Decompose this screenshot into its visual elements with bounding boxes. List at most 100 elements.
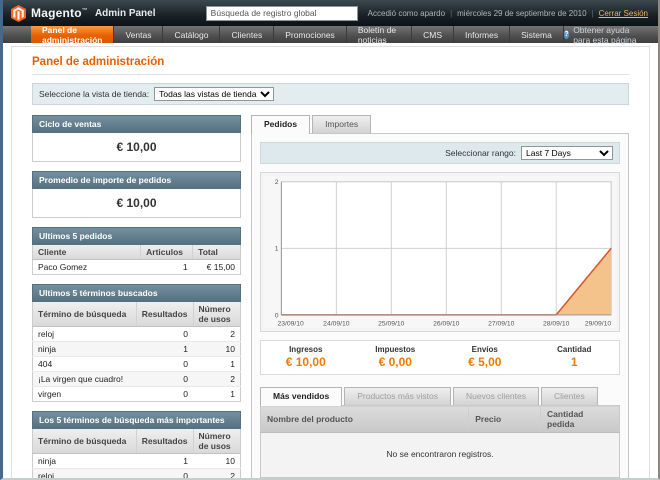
- bestsellers-grid: Nombre del producto Precio Cantidad pedi…: [260, 405, 620, 478]
- tab-amounts[interactable]: Importes: [312, 115, 371, 133]
- results-count: 0: [136, 327, 193, 342]
- last-search-terms-widget: Ultimos 5 términos buscados Término de b…: [32, 284, 241, 402]
- column-header: Número de usos: [193, 302, 240, 327]
- magento-logo-icon: [11, 5, 26, 22]
- app-header: Magento™ Admin Panel Accedió como apardo…: [3, 0, 658, 26]
- search-term-row[interactable]: ninja 1 10: [33, 342, 241, 357]
- tab-bestsellers[interactable]: Más vendidos: [260, 387, 342, 406]
- magento-logo: Magento™ Admin Panel: [11, 5, 156, 22]
- nav-item-reports[interactable]: Informes: [454, 26, 510, 43]
- items-count: 1: [141, 260, 193, 275]
- svg-text:0: 0: [275, 312, 279, 319]
- column-header: Nombre del producto: [261, 406, 469, 433]
- column-header: Total: [193, 245, 241, 260]
- svg-text:23/09/10: 23/09/10: [278, 320, 305, 327]
- search-term-row[interactable]: reloj 0 2: [33, 469, 241, 480]
- column-header: Número de usos: [193, 429, 240, 454]
- search-term-row[interactable]: 404 0 1: [33, 357, 241, 372]
- store-view-select[interactable]: Todas las vistas de tienda: [154, 87, 274, 101]
- tab-customers[interactable]: Clientes: [541, 387, 598, 405]
- total-value: € 5,00: [440, 355, 530, 369]
- page-title: Panel de administración: [32, 53, 629, 75]
- help-icon: ?: [564, 30, 569, 39]
- global-search-input[interactable]: [206, 6, 358, 21]
- svg-text:26/09/10: 26/09/10: [433, 320, 460, 327]
- range-select[interactable]: Last 7 Days: [521, 146, 613, 160]
- search-term-row[interactable]: virgen 0 1: [33, 387, 241, 402]
- column-header: Articulos: [141, 245, 193, 260]
- total-value: € 0,00: [351, 355, 441, 369]
- separator: |: [592, 9, 594, 18]
- nav-item-catalog[interactable]: Catálogo: [163, 26, 220, 43]
- search-term: ¡La virgen que cuadro!: [33, 372, 137, 387]
- nav-item-system[interactable]: Sistema: [510, 26, 564, 43]
- range-selector-bar: Seleccionar rango: Last 7 Days: [260, 142, 620, 164]
- column-header: Cantidad pedida: [541, 406, 620, 433]
- widget-title: Ultimos 5 términos buscados: [32, 284, 241, 302]
- uses-count: 2: [193, 372, 240, 387]
- svg-text:2: 2: [275, 179, 279, 186]
- svg-text:1: 1: [275, 246, 279, 253]
- session-info: Accedió como apardo | miércoles 29 de se…: [368, 9, 648, 18]
- get-help-link[interactable]: ? Obtener ayuda para esta página: [564, 26, 658, 43]
- widget-title: Ultimos 5 pedidos: [32, 227, 241, 245]
- total-shipping: Envíos € 5,00: [440, 345, 530, 369]
- separator: |: [450, 9, 452, 18]
- search-term: virgen: [33, 387, 137, 402]
- search-term: reloj: [33, 327, 137, 342]
- results-count: 1: [136, 342, 193, 357]
- nav-item-cms[interactable]: CMS: [412, 26, 454, 43]
- logo-wordmark: Magento™: [31, 6, 88, 20]
- column-header: Término de búsqueda: [33, 429, 137, 454]
- app-title: Admin Panel: [95, 8, 156, 19]
- column-header: Resultados: [136, 302, 193, 327]
- results-count: 0: [136, 372, 193, 387]
- uses-count: 1: [193, 357, 240, 372]
- range-label: Seleccionar rango:: [445, 148, 516, 158]
- search-term: reloj: [33, 469, 137, 480]
- column-header: Cliente: [33, 245, 141, 260]
- widget-title: Los 5 términos de búsqueda más important…: [32, 411, 241, 429]
- tab-most-viewed[interactable]: Productos más vistos: [344, 387, 451, 405]
- total-label: Cantidad: [530, 345, 620, 354]
- logout-link[interactable]: Cerrar Sesión: [599, 9, 648, 18]
- svg-text:28/09/10: 28/09/10: [543, 320, 570, 327]
- total-label: Ingresos: [261, 345, 351, 354]
- store-view-label: Seleccione la vista de tienda:: [39, 89, 149, 99]
- diagram-tabs: Pedidos Importes: [251, 115, 629, 133]
- total-label: Envíos: [440, 345, 530, 354]
- search-term-row[interactable]: ¡La virgen que cuadro! 0 2: [33, 372, 241, 387]
- nav-item-newsletter[interactable]: Boletín de noticias: [347, 26, 412, 43]
- svg-text:24/09/10: 24/09/10: [323, 320, 350, 327]
- svg-text:27/09/10: 27/09/10: [488, 320, 515, 327]
- column-header: Precio: [469, 406, 541, 433]
- search-term-row[interactable]: ninja 1 10: [33, 454, 241, 469]
- total-revenue: Ingresos € 10,00: [261, 345, 351, 369]
- nav-item-promotions[interactable]: Promociones: [274, 26, 347, 43]
- customer-name: Paco Gomez: [33, 260, 141, 275]
- total-value: 1: [530, 355, 620, 369]
- nav-item-dashboard[interactable]: Panel de administración: [31, 26, 114, 43]
- tab-new-customers[interactable]: Nuevos clientes: [453, 387, 539, 405]
- total-label: Impuestos: [351, 345, 441, 354]
- empty-grid-message: No se encontraron registros.: [261, 433, 620, 478]
- svg-text:25/09/10: 25/09/10: [378, 320, 405, 327]
- tab-orders[interactable]: Pedidos: [251, 115, 310, 134]
- widget-title: Promedio de importe de pedidos: [32, 171, 241, 189]
- nav-item-sales[interactable]: Ventas: [114, 26, 163, 43]
- search-term-row[interactable]: reloj 0 2: [33, 327, 241, 342]
- order-row[interactable]: Paco Gomez 1 € 15,00: [33, 260, 241, 275]
- svg-text:29/09/10: 29/09/10: [585, 320, 612, 327]
- column-header: Resultados: [136, 429, 193, 454]
- widget-title: Ciclo de ventas: [32, 115, 241, 133]
- trademark-symbol: ™: [82, 8, 88, 14]
- magento-admin-window: Magento™ Admin Panel Accedió como apardo…: [0, 0, 660, 480]
- search-term: 404: [33, 357, 137, 372]
- uses-count: 2: [193, 469, 240, 480]
- orders-panel: Seleccionar rango: Last 7 Days 0 1 2 23/09/…: [251, 133, 629, 480]
- results-count: 0: [136, 469, 193, 480]
- results-count: 1: [136, 454, 193, 469]
- content-area: Panel de administración Seleccione la vi…: [11, 46, 650, 480]
- nav-item-customers[interactable]: Clientes: [220, 26, 274, 43]
- order-total: € 15,00: [193, 260, 241, 275]
